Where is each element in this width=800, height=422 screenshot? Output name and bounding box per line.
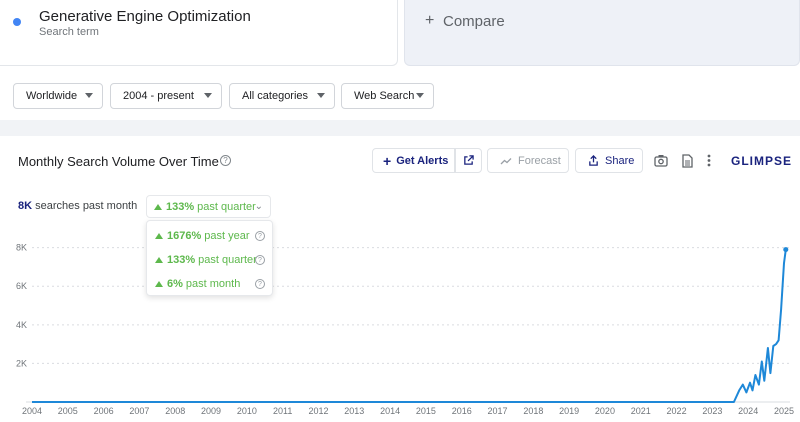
x-tick-label: 2013	[344, 406, 364, 416]
x-tick-label: 2004	[22, 406, 42, 416]
caret-down-icon	[85, 93, 93, 98]
caret-down-icon	[204, 93, 212, 98]
source-dropdown[interactable]: Web Search	[341, 83, 434, 109]
help-icon[interactable]: ?	[255, 231, 265, 241]
option-value: 1676%	[167, 230, 202, 242]
forecast-label: Forecast	[518, 154, 561, 167]
stat-value: 8K	[18, 200, 33, 212]
category-label: All categories	[242, 90, 309, 102]
stat-text: searches past month	[35, 200, 138, 212]
plus-icon: +	[425, 12, 435, 29]
y-tick-label: 6K	[16, 281, 27, 291]
region-dropdown[interactable]: Worldwide	[13, 83, 103, 109]
x-tick-label: 2009	[201, 406, 221, 416]
section-divider	[0, 120, 800, 136]
x-tick-label: 2019	[559, 406, 579, 416]
x-tick-label: 2011	[273, 406, 292, 416]
trend-icon	[500, 157, 512, 164]
compare-label: Compare	[443, 13, 505, 30]
up-arrow-icon	[155, 233, 163, 239]
x-tick-label: 2017	[488, 406, 508, 416]
option-text: past quarter	[198, 254, 257, 266]
plus-icon: +	[383, 152, 392, 169]
filter-bar: Worldwide 2004 - present All categories …	[0, 70, 800, 120]
y-tick-label: 2K	[16, 358, 27, 368]
region-label: Worldwide	[26, 90, 78, 102]
up-arrow-icon	[155, 281, 163, 287]
quarter-value: 133%	[166, 200, 195, 213]
help-icon[interactable]: ?	[255, 279, 265, 289]
up-arrow-icon	[154, 203, 162, 210]
x-tick-label: 2012	[308, 406, 328, 416]
forecast-button[interactable]: Forecast	[487, 148, 569, 173]
quarter-text: past quarter	[197, 200, 256, 213]
category-dropdown[interactable]: All categories	[229, 83, 335, 109]
x-tick-label: 2022	[667, 406, 687, 416]
x-tick-label: 2014	[380, 406, 400, 416]
x-tick-label: 2023	[702, 406, 722, 416]
x-tick-label: 2016	[452, 406, 472, 416]
option-value: 133%	[167, 254, 196, 266]
series-end-point	[783, 247, 789, 253]
x-tick-label: 2021	[631, 406, 651, 416]
share-label: Share	[605, 154, 635, 167]
camera-icon[interactable]	[654, 154, 668, 167]
help-icon[interactable]: ?	[255, 255, 265, 265]
more-options-icon[interactable]	[707, 154, 711, 167]
x-tick-label: 2005	[58, 406, 78, 416]
period-dropdown[interactable]: 2004 - present	[110, 83, 222, 109]
monthly-searches-stat: 8K searches past month	[18, 200, 137, 212]
x-tick-label: 2015	[416, 406, 436, 416]
top-bar: Generative Engine Optimization Search te…	[0, 0, 800, 68]
y-tick-label: 8K	[16, 243, 27, 253]
brand-logo: GLIMPSE	[731, 154, 793, 168]
growth-dropdown-menu: 1676% past year ? 133% past quarter ? 6%…	[146, 220, 273, 296]
y-tick-label: 4K	[16, 320, 27, 330]
get-alerts-button[interactable]: + Get Alerts	[372, 148, 455, 173]
option-value: 6%	[167, 278, 183, 290]
dropdown-option-year[interactable]: 1676% past year	[155, 230, 250, 242]
share-button[interactable]: Share	[575, 148, 643, 173]
compare-button[interactable]: + Compare	[404, 0, 800, 66]
x-tick-label: 2025	[774, 406, 794, 416]
dropdown-option-month[interactable]: 6% past month	[155, 278, 240, 290]
option-text: past month	[185, 278, 241, 290]
x-tick-label: 2008	[165, 406, 185, 416]
search-term-card[interactable]: Generative Engine Optimization Search te…	[0, 0, 398, 66]
x-tick-label: 2024	[738, 406, 758, 416]
chevron-down-icon: ⌄	[254, 201, 263, 212]
search-term-title: Generative Engine Optimization	[39, 8, 251, 25]
growth-period-select[interactable]: 133% past quarter ⌄	[146, 195, 271, 218]
x-tick-label: 2006	[94, 406, 114, 416]
open-external-button[interactable]	[455, 148, 482, 173]
x-tick-label: 2007	[129, 406, 149, 416]
help-icon[interactable]: ?	[220, 155, 231, 166]
caret-down-icon	[416, 93, 424, 98]
caret-down-icon	[317, 93, 325, 98]
chart-card: Monthly Search Volume Over Time ? + Get …	[0, 136, 800, 422]
dropdown-option-quarter[interactable]: 133% past quarter	[155, 254, 257, 266]
x-tick-label: 2018	[523, 406, 543, 416]
period-label: 2004 - present	[123, 90, 194, 102]
option-text: past year	[204, 230, 250, 242]
term-color-dot	[13, 18, 21, 26]
external-link-icon	[464, 155, 474, 165]
chart-title: Monthly Search Volume Over Time	[18, 154, 219, 169]
document-icon[interactable]	[682, 154, 693, 168]
x-tick-label: 2020	[595, 406, 615, 416]
source-label: Web Search	[354, 90, 415, 102]
up-arrow-icon	[155, 257, 163, 263]
search-term-subtitle: Search term	[39, 26, 99, 38]
share-icon	[589, 155, 598, 166]
get-alerts-label: Get Alerts	[396, 154, 449, 167]
search-volume-chart: 2K 4K 6K 8K 2004 2005 2006 2007 2008 2009 2010 2011…	[16, 243, 794, 416]
x-tick-label: 2010	[237, 406, 257, 416]
